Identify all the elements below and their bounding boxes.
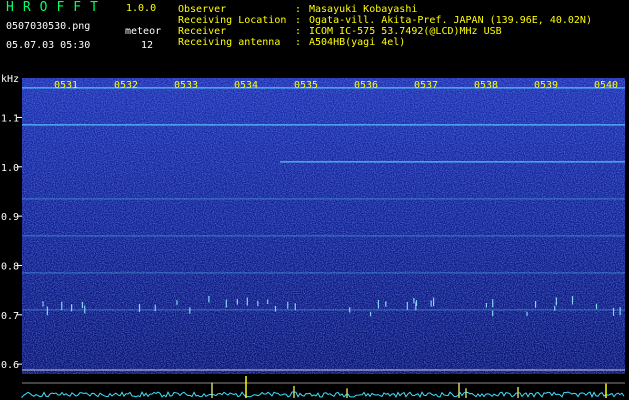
info-colon: : [295,26,302,37]
time-label: 0536 [354,80,378,91]
y-axis-ticks: 0.6 0.7 0.8 0.9 1.0 1.1 [1,113,22,371]
info-value: ICOM IC-575 53.7492(@LCD)MHz USB [309,26,502,37]
time-label: 0540 [594,80,618,91]
time-label: 0539 [534,80,558,91]
info-colon: : [295,37,302,48]
app-brand: HROFFT [6,0,107,15]
meteor-count-value: 12 [141,40,154,51]
time-label: 0538 [474,80,498,91]
info-key: Observer [178,4,227,15]
info-value: Ogata-vill. Akita-Pref. JAPAN (139.96E, … [309,15,592,26]
info-colon: : [295,15,302,26]
y-axis-label: kHz [1,74,19,85]
time-label: 0532 [114,80,138,91]
time-label: 0537 [414,80,438,91]
info-colon: : [295,4,302,15]
y-tick-label: 0.8 [1,261,19,272]
spectrogram-svg: 0.6 0.7 0.8 0.9 1.0 1.1 0531 0532 0533 0534 0535 0… [1,74,625,399]
info-key: Receiving antenna [178,37,281,48]
spectrogram-panel: 0.6 0.7 0.8 0.9 1.0 1.1 0531 0532 0533 0534 0535 0… [0,58,629,400]
time-label: 0533 [174,80,198,91]
info-row-observer: Observer: Masayuki Kobayashi [178,4,592,15]
time-label: 0535 [294,80,318,91]
info-key: Receiving Location [178,15,287,26]
y-tick-label: 1.1 [1,113,19,124]
y-tick-label: 0.9 [1,212,19,223]
y-tick-label: 1.0 [1,163,19,174]
observation-datetime: 05.07.03 05:30 [6,40,91,51]
time-label: 0534 [234,80,258,91]
info-value: Masayuki Kobayashi [309,4,418,15]
app-version: 1.0.0 [126,3,157,14]
y-tick-label: 0.6 [1,360,19,371]
file-name: 0507030530.png [6,21,91,32]
info-row-receiver: Receiver: ICOM IC-575 53.7492(@LCD)MHz US… [178,26,592,37]
info-value: A504HB(yagi 4el) [309,37,406,48]
spectrogram-noise [22,78,625,374]
info-row-location: Receiving Location: Ogata-vill. Akita-Pre… [178,15,592,26]
level-trace-path [21,391,625,399]
signal-level-trace [21,376,625,399]
time-label: 0531 [54,80,78,91]
meteor-count-label: meteor [125,26,162,37]
info-key: Receiver [178,26,227,37]
info-row-antenna: Receiving antenna: A504HB(yagi 4el) [178,37,592,48]
station-info-panel: Observer: Masayuki Kobayashi Receiving Lo… [178,4,592,48]
y-tick-label: 0.7 [1,311,19,322]
